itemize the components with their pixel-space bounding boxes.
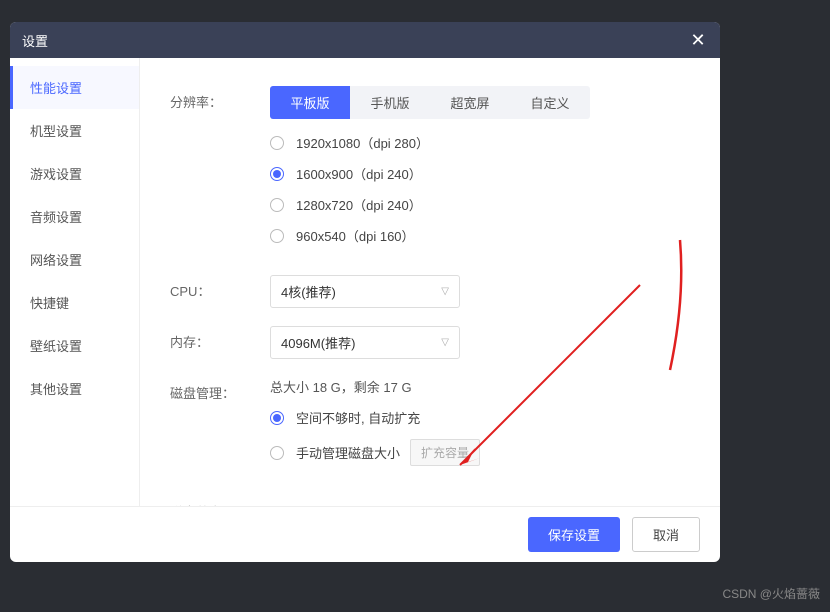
tab-tablet[interactable]: 平板版 xyxy=(270,86,350,119)
settings-panel: 分辨率： 平板版 手机版 超宽屏 自定义 1920x1080（dpi 280） … xyxy=(140,58,720,506)
res-960[interactable]: 960x540（dpi 160） xyxy=(270,226,690,245)
tab-custom[interactable]: 自定义 xyxy=(510,86,590,119)
dialog-title: 设置 xyxy=(22,31,48,50)
sidebar-item-performance[interactable]: 性能设置 xyxy=(10,66,139,109)
radio-icon xyxy=(270,229,284,243)
sidebar-item-wallpaper[interactable]: 壁纸设置 xyxy=(10,324,139,367)
tab-ultrawide[interactable]: 超宽屏 xyxy=(430,86,510,119)
res-1920[interactable]: 1920x1080（dpi 280） xyxy=(270,133,690,152)
disk-info: 总大小 18 G，剩余 17 G xyxy=(270,377,690,396)
disk-auto[interactable]: 空间不够时, 自动扩充 xyxy=(270,408,690,427)
row-resolution: 分辨率： 平板版 手机版 超宽屏 自定义 1920x1080（dpi 280） … xyxy=(170,86,690,257)
chevron-down-icon: ▽ xyxy=(441,286,449,297)
sidebar-item-model[interactable]: 机型设置 xyxy=(10,109,139,152)
res-1600[interactable]: 1600x900（dpi 240） xyxy=(270,164,690,183)
row-disk: 磁盘管理： 总大小 18 G，剩余 17 G 空间不够时, 自动扩充 手动管理磁… xyxy=(170,377,690,478)
sidebar-item-game[interactable]: 游戏设置 xyxy=(10,152,139,195)
cpu-select[interactable]: 4核(推荐) ▽ xyxy=(270,275,460,308)
resolution-options: 1920x1080（dpi 280） 1600x900（dpi 240） 128… xyxy=(270,133,690,245)
row-cpu: CPU： 4核(推荐) ▽ xyxy=(170,275,690,308)
sidebar: 性能设置 机型设置 游戏设置 音频设置 网络设置 快捷键 壁纸设置 其他设置 xyxy=(10,58,140,506)
radio-icon xyxy=(270,167,284,181)
disk-label: 磁盘管理： xyxy=(170,377,270,402)
save-button[interactable]: 保存设置 xyxy=(528,517,620,552)
res-1280[interactable]: 1280x720（dpi 240） xyxy=(270,195,690,214)
watermark: CSDN @火焰蔷薇 xyxy=(722,585,820,602)
resolution-label: 分辨率： xyxy=(170,86,270,111)
radio-icon xyxy=(270,198,284,212)
memory-select[interactable]: 4096M(推荐) ▽ xyxy=(270,326,460,359)
resolution-tabs: 平板版 手机版 超宽屏 自定义 xyxy=(270,86,590,119)
disk-share-label: 磁盘共享： xyxy=(170,496,270,506)
tab-phone[interactable]: 手机版 xyxy=(350,86,430,119)
sidebar-item-network[interactable]: 网络设置 xyxy=(10,238,139,281)
sidebar-item-other[interactable]: 其他设置 xyxy=(10,367,139,410)
cancel-button[interactable]: 取消 xyxy=(632,517,700,552)
cpu-label: CPU： xyxy=(170,275,270,300)
settings-dialog: 设置 ✕ 性能设置 机型设置 游戏设置 音频设置 网络设置 快捷键 壁纸设置 其… xyxy=(10,22,720,562)
sidebar-item-hotkey[interactable]: 快捷键 xyxy=(10,281,139,324)
memory-label: 内存： xyxy=(170,326,270,351)
sidebar-item-audio[interactable]: 音频设置 xyxy=(10,195,139,238)
close-icon[interactable]: ✕ xyxy=(688,30,708,51)
dialog-footer: 保存设置 取消 xyxy=(10,506,720,562)
radio-icon xyxy=(270,136,284,150)
disk-manual[interactable]: 手动管理磁盘大小扩充容量 xyxy=(270,439,690,466)
radio-icon xyxy=(270,411,284,425)
titlebar: 设置 ✕ xyxy=(10,22,720,58)
row-disk-share: 磁盘共享： System.vmdk 共享只读（多开时内存更小、启动更快，推荐使用… xyxy=(170,496,690,506)
content: 性能设置 机型设置 游戏设置 音频设置 网络设置 快捷键 壁纸设置 其他设置 分… xyxy=(10,58,720,506)
row-memory: 内存： 4096M(推荐) ▽ xyxy=(170,326,690,359)
chevron-down-icon: ▽ xyxy=(441,337,449,348)
radio-icon xyxy=(270,446,284,460)
expand-disk-button[interactable]: 扩充容量 xyxy=(410,439,480,466)
